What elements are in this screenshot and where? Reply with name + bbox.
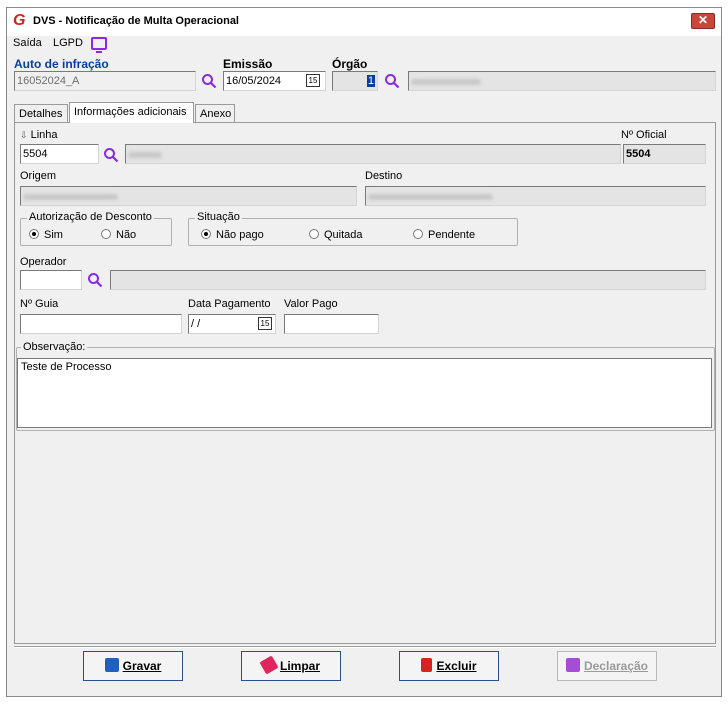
radio-nao[interactable]: Não — [101, 229, 136, 241]
trash-icon — [421, 658, 433, 672]
num-oficial-field: 5504 — [623, 144, 706, 164]
operador-field[interactable] — [20, 270, 82, 290]
blurred-text — [23, 194, 118, 200]
destino-label: Destino — [365, 170, 403, 182]
window-title: DVS - Notificação de Multa Operacional — [33, 15, 239, 27]
operador-label: Operador — [20, 256, 67, 268]
monitor-icon[interactable] — [91, 37, 107, 53]
radio-nao-label: Não — [116, 229, 137, 241]
origem-field — [20, 186, 357, 206]
emissao-value: 16/05/2024 — [226, 75, 282, 87]
operador-description-field — [110, 270, 706, 290]
tab-detalhes[interactable]: Detalhes — [14, 104, 68, 122]
gravar-label: Gravar — [122, 659, 162, 673]
radio-nao-pago-label: Não pago — [216, 229, 264, 241]
blurred-text — [368, 194, 493, 200]
linha-description-field — [125, 144, 621, 164]
excluir-label: Excluir — [436, 659, 477, 673]
declaracao-button[interactable]: Declaração — [557, 651, 657, 681]
auto-infracao-label: Auto de infração — [14, 57, 109, 71]
autorizacao-title: Autorização de Desconto — [27, 211, 154, 223]
excluir-button[interactable]: Excluir — [399, 651, 499, 681]
radio-selected-icon — [29, 229, 39, 239]
linha-label-text: Linha — [30, 129, 58, 141]
data-pagamento-value: / / — [191, 318, 201, 330]
radio-unselected-icon — [309, 229, 319, 239]
orgao-label: Órgão — [332, 57, 368, 71]
destino-field — [365, 186, 706, 206]
radio-nao-pago[interactable]: Não pago — [201, 229, 264, 241]
radio-pendente[interactable]: Pendente — [413, 229, 475, 241]
orgao-description-field — [408, 71, 716, 91]
data-pagamento-label: Data Pagamento — [188, 298, 271, 310]
autorizacao-group: Autorização de Desconto Sim Não — [20, 211, 172, 246]
guia-label: Nº Guia — [20, 298, 59, 310]
radio-sim[interactable]: Sim — [29, 229, 63, 241]
linha-label: ⇩ Linha — [20, 129, 58, 141]
observacao-textarea[interactable]: Teste de Processo — [17, 358, 712, 428]
data-pagamento-calendar-icon[interactable]: 15 — [258, 317, 272, 330]
emissao-label: Emissão — [223, 57, 273, 71]
radio-quitada[interactable]: Quitada — [309, 229, 363, 241]
valor-pago-field[interactable] — [284, 314, 379, 334]
menu-lgpd[interactable]: LGPD — [53, 37, 83, 49]
radio-unselected-icon — [413, 229, 423, 239]
tab-informacoes-adicionais[interactable]: Informações adicionais — [69, 102, 194, 123]
eraser-icon — [259, 655, 279, 675]
origem-label: Origem — [20, 170, 57, 182]
radio-sim-label: Sim — [44, 229, 63, 241]
radio-unselected-icon — [101, 229, 111, 239]
app-logo-icon: G — [13, 12, 26, 29]
linha-search-icon[interactable] — [103, 147, 119, 163]
title-bar: G DVS - Notificação de Multa Operacional… — [7, 8, 721, 36]
radio-pendente-label: Pendente — [428, 229, 476, 241]
menu-saida[interactable]: Saída — [13, 37, 42, 49]
declaracao-label: Declaração — [583, 659, 649, 673]
pin-icon: ⇩ — [20, 130, 28, 140]
blurred-text — [411, 79, 481, 85]
footer-divider — [14, 646, 716, 648]
main-window: G DVS - Notificação de Multa Operacional… — [6, 7, 722, 697]
auto-infracao-search-icon[interactable] — [201, 73, 217, 89]
tab-anexo[interactable]: Anexo — [195, 104, 235, 122]
radio-selected-icon — [201, 229, 211, 239]
printer-icon — [565, 658, 580, 672]
situacao-title: Situação — [195, 211, 242, 223]
close-button[interactable]: ✕ — [691, 13, 715, 29]
operador-search-icon[interactable] — [87, 272, 103, 288]
blurred-text — [128, 152, 162, 158]
observacao-label: Observação: — [21, 341, 88, 353]
linha-field[interactable]: 5504 — [20, 144, 99, 164]
save-icon — [104, 658, 119, 672]
orgao-code-value: 1 — [366, 75, 375, 87]
emissao-calendar-icon[interactable]: 15 — [306, 74, 320, 87]
orgao-code-field[interactable]: 1 — [332, 71, 378, 91]
orgao-search-icon[interactable] — [384, 73, 400, 89]
auto-infracao-field[interactable]: 16052024_A — [14, 71, 196, 91]
guia-field[interactable] — [20, 314, 182, 334]
limpar-button[interactable]: Limpar — [241, 651, 341, 681]
valor-pago-label: Valor Pago — [284, 298, 338, 310]
limpar-label: Limpar — [279, 659, 320, 673]
radio-quitada-label: Quitada — [324, 229, 363, 241]
num-oficial-label: Nº Oficial — [621, 129, 667, 141]
gravar-button[interactable]: Gravar — [83, 651, 183, 681]
situacao-group: Situação Não pago Quitada Pendente — [188, 211, 518, 246]
